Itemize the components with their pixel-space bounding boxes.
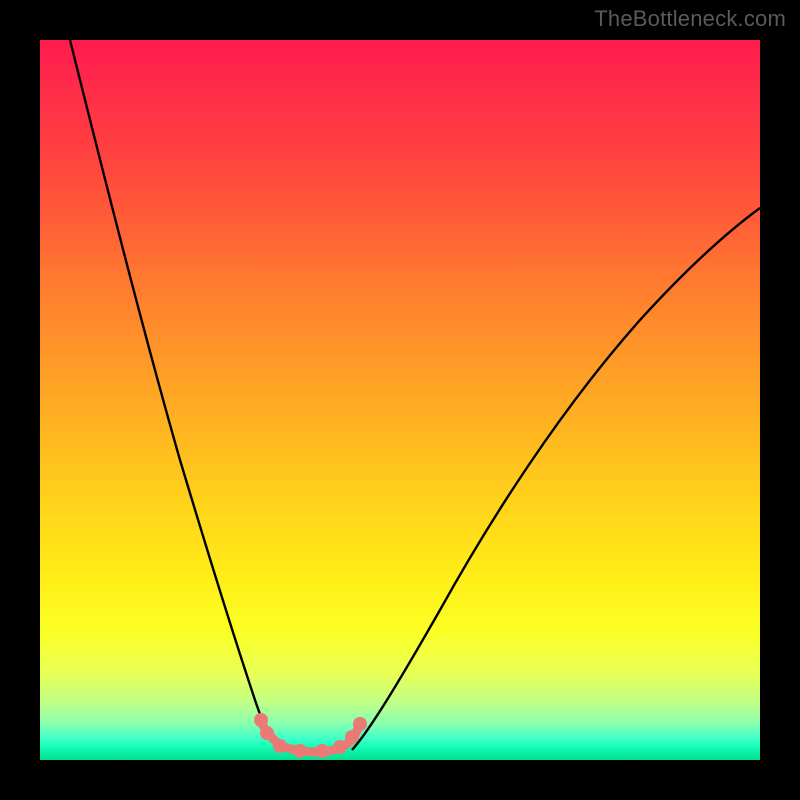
heat-gradient-background — [40, 40, 760, 760]
watermark-text: TheBottleneck.com — [594, 6, 786, 32]
plot-area — [40, 40, 760, 760]
chart-frame: TheBottleneck.com — [0, 0, 800, 800]
